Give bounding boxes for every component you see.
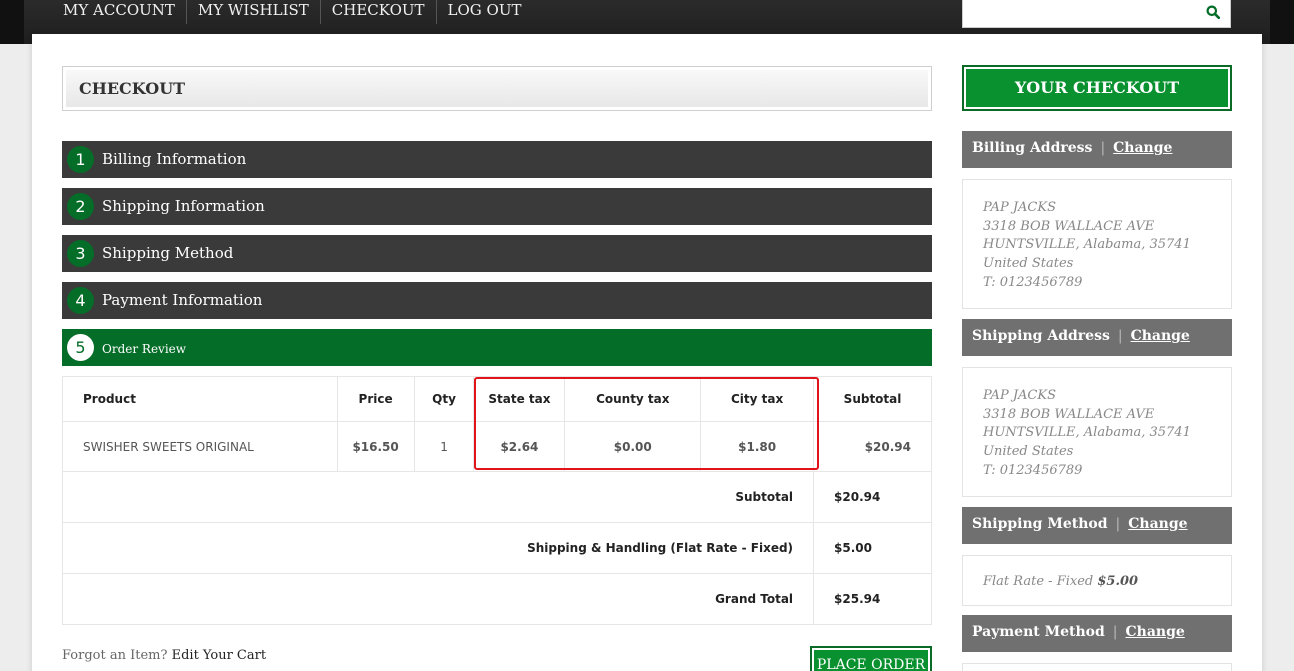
step-shipping-information[interactable]: 2 Shipping Information [62, 188, 932, 225]
address-line: United States [983, 256, 1074, 272]
totals-value: $25.94 [813, 573, 932, 625]
top-bar-left-edge [0, 0, 24, 44]
step-label: Payment Information [102, 291, 263, 309]
search-input[interactable] [963, 0, 1193, 26]
edit-cart-link[interactable]: Edit Your Cart [172, 648, 266, 663]
order-review-table: Product Price Qty State tax County tax C… [61, 376, 932, 625]
billing-address-box: PAP JACKS 3318 BOB WALLACE AVE HUNTSVILL… [962, 179, 1232, 309]
separator: | [1115, 516, 1121, 532]
step-payment-information[interactable]: 4 Payment Information [62, 282, 932, 319]
top-bar-right-edge [1270, 0, 1294, 44]
item-subtotal: $20.94 [813, 421, 932, 472]
shipping-address-box: PAP JACKS 3318 BOB WALLACE AVE HUNTSVILL… [962, 367, 1232, 497]
address-line: United States [983, 444, 1074, 460]
account-nav: MY ACCOUNT MY WISHLIST CHECKOUT LOG OUT [52, 0, 532, 24]
search-box [962, 0, 1231, 28]
forgot-item-label: Forgot an Item? [62, 648, 168, 663]
step-order-review[interactable]: 5 Order Review [62, 329, 932, 366]
billing-change-link[interactable]: Change [1113, 140, 1172, 156]
step-shipping-method[interactable]: 3 Shipping Method [62, 235, 932, 272]
checkout-progress-title: YOUR CHECKOUT PROGRESS [962, 65, 1232, 139]
step-number: 4 [67, 287, 94, 314]
column-header-county-tax: County tax [564, 376, 702, 422]
shipping-method-text: Flat Rate - Fixed [983, 574, 1094, 589]
totals-value: $20.94 [813, 471, 932, 523]
item-county-tax: $0.00 [564, 421, 702, 472]
totals-row-grand-total: Grand Total $25.94 [61, 573, 932, 625]
step-number: 2 [67, 193, 94, 220]
item-product-name: SWISHER SWEETS ORIGINAL [62, 421, 338, 472]
totals-label: Shipping & Handling (Flat Rate - Fixed) [61, 522, 815, 574]
address-line: T: 0123456789 [983, 274, 1083, 290]
step-number: 1 [67, 146, 94, 173]
table-header-row: Product Price Qty State tax County tax C… [62, 376, 932, 422]
totals-row-shipping: Shipping & Handling (Flat Rate - Fixed) … [61, 522, 932, 574]
column-header-qty: Qty [413, 376, 475, 422]
page-title: CHECKOUT [79, 79, 186, 98]
shipping-method-change-link[interactable]: Change [1128, 516, 1187, 532]
search-icon[interactable] [1206, 5, 1220, 19]
step-number: 5 [67, 334, 94, 361]
step-number: 3 [67, 240, 94, 267]
item-qty: 1 [413, 421, 475, 472]
shipping-address-heading: Shipping Address [972, 328, 1110, 344]
item-state-tax: $2.64 [473, 421, 566, 472]
item-city-tax: $1.80 [700, 421, 815, 472]
separator: | [1117, 328, 1123, 344]
shipping-method-heading: Shipping Method [972, 516, 1108, 532]
column-header-price: Price [336, 376, 415, 422]
address-line: PAP JACKS [983, 200, 1056, 215]
column-header-product: Product [62, 376, 338, 422]
separator: | [1112, 624, 1118, 640]
payment-method-heading: Payment Method [972, 624, 1105, 640]
totals-value: $5.00 [813, 522, 932, 574]
step-label: Order Review [102, 342, 187, 356]
payment-method-change-link[interactable]: Change [1126, 624, 1185, 640]
step-label: Shipping Method [102, 244, 234, 262]
billing-address-heading: Billing Address [972, 140, 1093, 156]
column-header-state-tax: State tax [473, 376, 566, 422]
totals-label: Subtotal [61, 471, 815, 523]
nav-log-out[interactable]: LOG OUT [435, 0, 533, 24]
column-header-city-tax: City tax [700, 376, 815, 422]
step-billing-information[interactable]: 1 Billing Information [62, 141, 932, 178]
forgot-item-text: Forgot an Item? Edit Your Cart [62, 648, 266, 663]
shipping-method-price: $5.00 [1097, 574, 1139, 589]
table-row: SWISHER SWEETS ORIGINAL $16.50 1 $2.64 $… [62, 421, 932, 472]
address-line: HUNTSVILLE, Alabama, 35741 [983, 425, 1191, 441]
nav-my-wishlist[interactable]: MY WISHLIST [185, 0, 320, 24]
address-line: PAP JACKS [983, 388, 1056, 403]
payment-method-header: Payment Method | Change [962, 615, 1232, 652]
totals-row-subtotal: Subtotal $20.94 [61, 471, 932, 523]
step-label: Shipping Information [102, 197, 265, 215]
column-header-subtotal: Subtotal [813, 376, 932, 422]
address-line: HUNTSVILLE, Alabama, 35741 [983, 237, 1191, 253]
separator: | [1100, 140, 1106, 156]
address-line: 3318 BOB WALLACE AVE [983, 406, 1155, 422]
step-label: Billing Information [102, 150, 247, 168]
address-line: 3318 BOB WALLACE AVE [983, 218, 1155, 234]
place-order-button[interactable]: PLACE ORDER [810, 646, 932, 671]
page-title-box: CHECKOUT [62, 66, 932, 111]
totals-label: Grand Total [61, 573, 815, 625]
shipping-address-header: Shipping Address | Change [962, 319, 1232, 356]
item-price: $16.50 [336, 421, 415, 472]
address-line: T: 0123456789 [983, 462, 1083, 478]
nav-checkout[interactable]: CHECKOUT [319, 0, 436, 24]
billing-address-header: Billing Address | Change [962, 131, 1232, 168]
shipping-method-header: Shipping Method | Change [962, 507, 1232, 544]
shipping-method-box: Flat Rate - Fixed $5.00 [962, 555, 1232, 606]
payment-method-box [962, 663, 1232, 671]
shipping-address-change-link[interactable]: Change [1131, 328, 1190, 344]
nav-my-account[interactable]: MY ACCOUNT [52, 0, 186, 24]
